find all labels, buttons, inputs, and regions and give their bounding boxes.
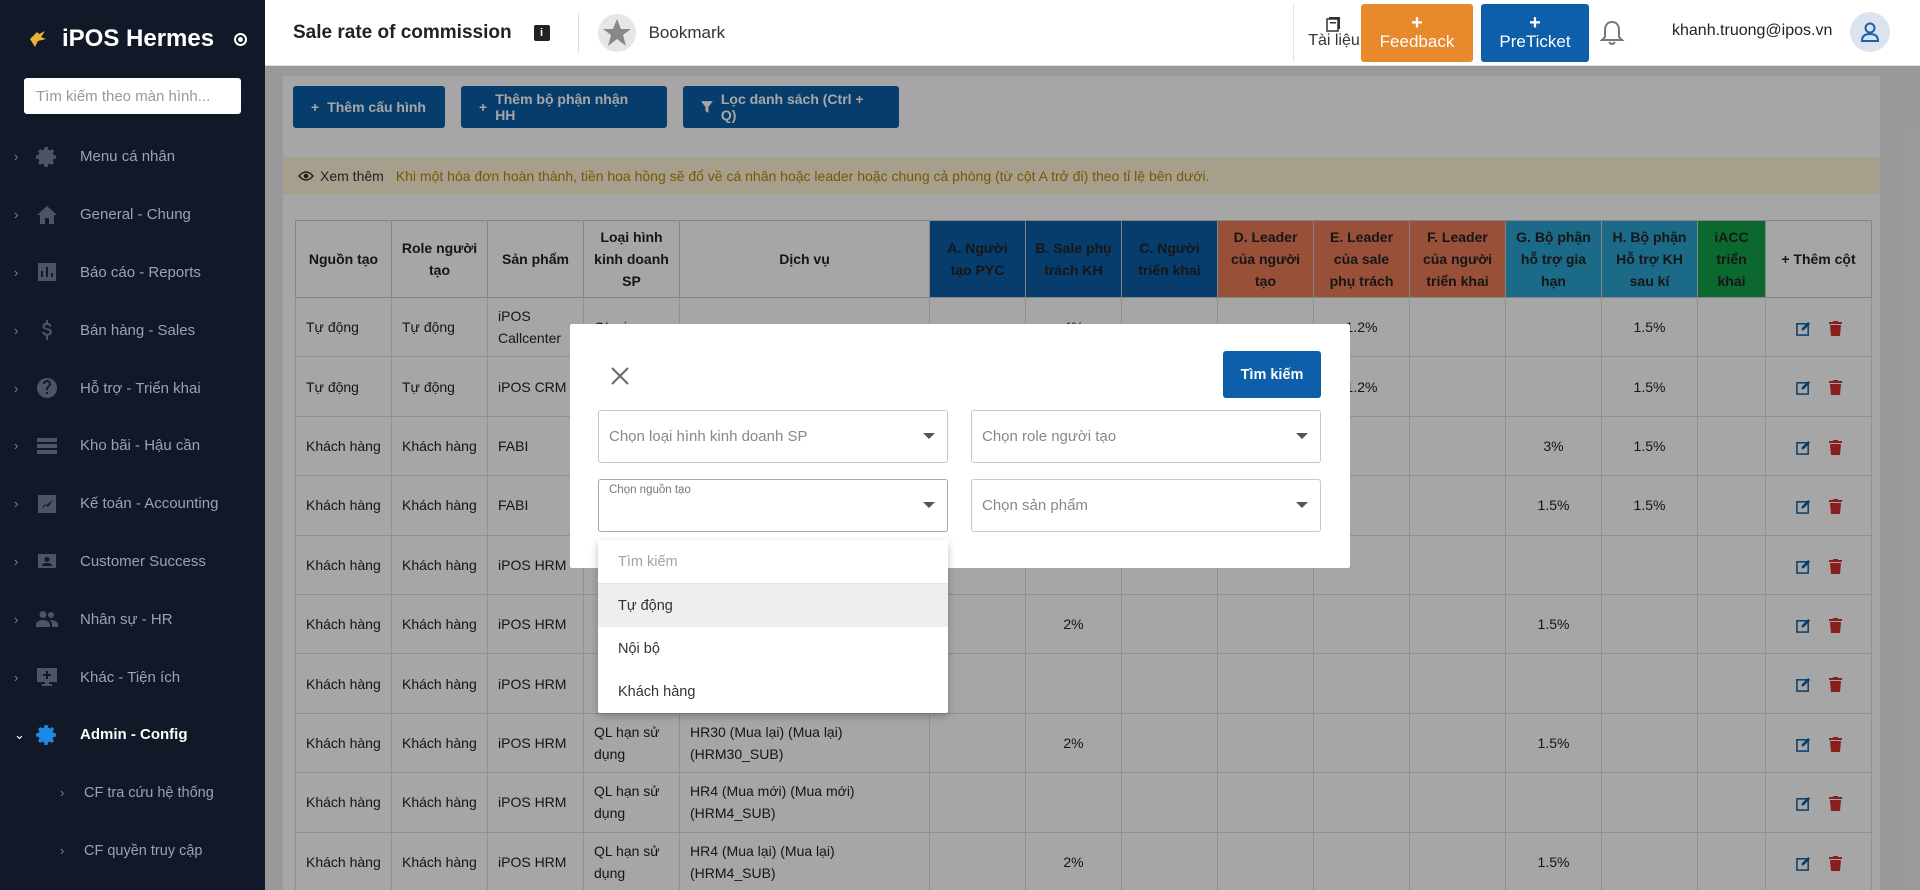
docs-label: Tài liệu — [1308, 32, 1360, 49]
chevron-right-icon: › — [14, 380, 19, 396]
search-button[interactable]: Tìm kiếm — [1223, 351, 1321, 398]
feedback-button[interactable]: + Feedback — [1361, 4, 1473, 62]
sidebar-item[interactable]: › Nhân sự - HR — [0, 590, 265, 648]
page-title: Sale rate of commission — [293, 21, 512, 43]
chevron-down-icon — [923, 502, 935, 508]
sidebar-sub-item[interactable]: › CF quyền truy cập — [0, 822, 265, 880]
dropdown-option[interactable]: Nội bộ — [598, 627, 948, 670]
sidebar-item[interactable]: › Customer Success — [0, 533, 265, 591]
sidebar-item-label: Báo cáo - Reports — [80, 263, 201, 281]
sidebar-item[interactable]: › Kế toán - Accounting — [0, 475, 265, 533]
user-card-icon — [34, 548, 60, 574]
bookmark-label[interactable]: Bookmark — [649, 23, 726, 43]
chevron-right-icon: › — [14, 438, 19, 454]
close-icon[interactable] — [608, 364, 632, 388]
sidebar-item-label: Kế toán - Accounting — [80, 495, 219, 513]
sidebar-sub-item[interactable]: › CF tra cứu hệ thống — [0, 764, 265, 822]
sidebar-item-label: Menu cá nhân — [80, 148, 176, 166]
sidebar-search-input[interactable] — [36, 87, 229, 105]
chevron-right-icon: › — [14, 207, 19, 223]
sidebar-item[interactable]: › Kho bãi - Hậu cần — [0, 417, 265, 475]
app-logo[interactable]: iPOS Hermes — [0, 0, 265, 78]
sidebar-item[interactable]: › Khác - Tiện ích — [0, 648, 265, 706]
role-select[interactable]: Chọn role người tạo — [971, 410, 1321, 463]
radio-icon[interactable] — [234, 32, 248, 46]
chevron-right-icon: › — [60, 843, 65, 859]
home-icon — [34, 202, 60, 228]
help-circle-icon — [34, 375, 60, 401]
chevron-right-icon: › — [14, 496, 19, 512]
sidebar-item[interactable]: › Hỗ trợ - Triển khai — [0, 359, 265, 417]
chevron-right-icon: › — [14, 149, 19, 165]
sidebar-item[interactable]: › Bán hàng - Sales — [0, 301, 265, 359]
sidebar-sub-item-label: CF tra cứu hệ thống — [84, 784, 214, 801]
star-icon[interactable] — [597, 13, 637, 53]
product-select[interactable]: Chọn sản phẩm — [971, 479, 1321, 532]
avatar[interactable] — [1850, 12, 1890, 52]
sidebar-item-label: Bán hàng - Sales — [80, 321, 196, 339]
gear-icon — [34, 144, 60, 170]
dropdown-option[interactable]: Khách hàng — [598, 670, 948, 713]
business-type-select[interactable]: Chọn loại hình kinh doanh SP — [598, 410, 948, 463]
chevron-down-icon — [1296, 502, 1308, 508]
user-email[interactable]: khanh.truong@ipos.vn — [1672, 22, 1832, 40]
feedback-label: Feedback — [1379, 32, 1455, 51]
sidebar-menu: › Menu cá nhân › General - Chung › Báo cáo… — [0, 128, 265, 880]
role-placeholder: Chọn role người tạo — [982, 428, 1117, 445]
book-icon — [1326, 17, 1340, 32]
user-icon — [1860, 22, 1880, 42]
sidebar-item[interactable]: › Menu cá nhân — [0, 128, 265, 186]
plus-icon: + — [1411, 12, 1423, 34]
chevron-right-icon: › — [60, 785, 65, 801]
preticket-label: PreTicket — [1499, 32, 1571, 51]
dropdown-option[interactable]: Tự động — [598, 584, 948, 627]
preticket-button[interactable]: + PreTicket — [1481, 4, 1589, 62]
chevron-down-icon: ⌄ — [14, 726, 25, 742]
plus-icon: + — [1529, 12, 1541, 34]
people-icon — [34, 606, 60, 632]
chevron-right-icon: › — [14, 553, 19, 569]
search-modal: Tìm kiếm Chọn loại hình kinh doanh SP Ch… — [570, 324, 1350, 568]
source-label: Chọn nguồn tạo — [609, 484, 691, 496]
sidebar-item-label: Admin - Config — [80, 726, 188, 744]
monitor-plus-icon — [34, 664, 60, 690]
product-placeholder: Chọn sản phẩm — [982, 497, 1088, 514]
info-icon[interactable]: i — [533, 24, 550, 41]
dropdown-search-input[interactable] — [598, 540, 948, 584]
sidebar-item[interactable]: › Báo cáo - Reports — [0, 244, 265, 302]
chart-box-icon — [34, 491, 60, 517]
sidebar-item-label: Kho bãi - Hậu cần — [80, 437, 201, 455]
source-select[interactable]: Chọn nguồn tạo — [598, 479, 948, 532]
sidebar-item-label: Khác - Tiện ích — [80, 668, 181, 686]
chevron-right-icon: › — [14, 611, 19, 627]
gear-icon — [34, 722, 60, 748]
chevron-right-icon: › — [14, 264, 19, 280]
sidebar-search[interactable] — [24, 78, 241, 114]
sidebar-item[interactable]: › General - Chung — [0, 186, 265, 244]
chevron-down-icon — [923, 433, 935, 439]
sidebar-item[interactable]: ⌄ Admin - Config — [0, 706, 265, 764]
chevron-down-icon — [1296, 433, 1308, 439]
sidebar-item-label: Hỗ trợ - Triển khai — [80, 379, 201, 397]
sidebar-item-label: Nhân sự - HR — [80, 610, 173, 628]
business-type-placeholder: Chọn loại hình kinh doanh SP — [609, 428, 808, 445]
topbar: Sale rate of commission i Bookmark Tài l… — [265, 0, 1920, 66]
app-name: iPOS Hermes — [62, 25, 215, 52]
sidebar-sub-item-label: CF quyền truy cập — [84, 842, 203, 859]
dropdown-options: Tự động Nội bộ Khách hàng — [598, 584, 948, 713]
divider — [577, 12, 579, 53]
hermes-logo-icon — [26, 27, 50, 51]
sidebar: iPOS Hermes › Menu cá nhân› General - Ch… — [0, 0, 265, 890]
bell-icon[interactable] — [1597, 18, 1627, 48]
source-dropdown: Tự độngNội bộKhách hàng — [598, 540, 948, 713]
warehouse-icon — [34, 433, 60, 459]
dollar-icon — [34, 317, 60, 343]
bar-chart-icon — [34, 259, 60, 285]
sidebar-item-label: Customer Success — [80, 552, 206, 570]
chevron-right-icon: › — [14, 322, 19, 338]
sidebar-item-label: General - Chung — [80, 206, 191, 224]
chevron-right-icon: › — [14, 669, 19, 685]
